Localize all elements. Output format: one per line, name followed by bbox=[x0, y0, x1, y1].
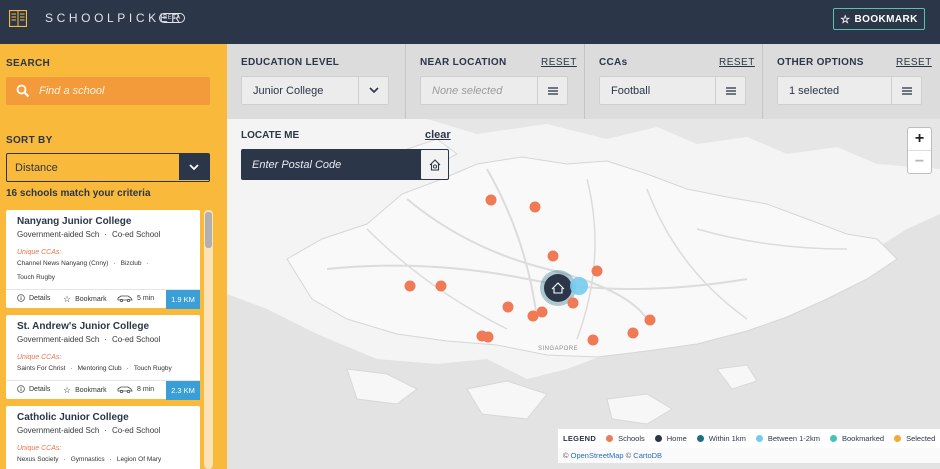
unique-ccas-label: Unique CCAs: bbox=[17, 445, 62, 452]
app-header: SCHOOLPICKER BETA ☆ BOOKMARK bbox=[0, 0, 940, 44]
star-icon: ☆ bbox=[840, 13, 851, 26]
school-name[interactable]: Catholic Junior College bbox=[17, 412, 129, 423]
chevron-down-icon[interactable] bbox=[179, 154, 209, 180]
other-options-reset[interactable]: RESET bbox=[896, 57, 932, 68]
zoom-control: + − bbox=[907, 127, 932, 174]
details-link[interactable]: Details bbox=[17, 294, 50, 302]
ccas-filter: CCAs RESET Football bbox=[585, 44, 763, 119]
home-marker[interactable] bbox=[544, 274, 572, 302]
near-location-title: NEAR LOCATION bbox=[420, 57, 507, 68]
legend-title: LEGEND bbox=[563, 434, 597, 443]
openstreetmap-link[interactable]: OpenStreetMap bbox=[571, 451, 624, 460]
unique-ccas-list: Saints For Christ · Mentoring Club · Touch R… bbox=[17, 365, 172, 372]
other-options-select[interactable]: 1 selected bbox=[777, 76, 922, 105]
ccas-title: CCAs bbox=[599, 57, 628, 68]
school-list-scroll-thumb[interactable] bbox=[205, 212, 212, 248]
locate-me-label: LOCATE ME bbox=[241, 130, 300, 141]
school-marker-selected[interactable] bbox=[570, 277, 588, 295]
education-level-filter: EDUCATION LEVEL Junior College bbox=[227, 44, 406, 119]
near-location-select[interactable]: None selected bbox=[420, 76, 568, 105]
search-icon bbox=[16, 84, 30, 98]
legend-schools: Schools bbox=[606, 434, 645, 443]
locate-home-button[interactable] bbox=[421, 150, 448, 179]
info-icon bbox=[17, 385, 25, 393]
education-level-title: EDUCATION LEVEL bbox=[241, 57, 340, 68]
zoom-in-button[interactable]: + bbox=[908, 128, 931, 150]
search-label: SEARCH bbox=[6, 58, 51, 69]
details-link[interactable]: Details bbox=[17, 385, 50, 393]
sidebar: SEARCH SORT BY Distance 16 schools match… bbox=[0, 44, 227, 469]
menu-icon[interactable] bbox=[715, 77, 745, 104]
school-name[interactable]: St. Andrew's Junior College bbox=[17, 321, 149, 332]
school-card[interactable]: Nanyang Junior College Government-aided … bbox=[6, 210, 200, 309]
other-options-title: OTHER OPTIONS bbox=[777, 57, 864, 68]
car-icon bbox=[117, 295, 133, 302]
school-name[interactable]: Nanyang Junior College bbox=[17, 216, 131, 227]
school-list-scrollbar[interactable] bbox=[204, 210, 213, 469]
unique-ccas-list: Channel News Nanyang (Cnny) · Bizclub · Touc… bbox=[17, 260, 149, 281]
info-icon bbox=[17, 294, 25, 302]
search-input[interactable] bbox=[39, 77, 204, 105]
bookmark-link[interactable]: ☆ Bookmark bbox=[63, 294, 107, 305]
card-footer: Details ☆ Bookmark 5 min 1.9 KM bbox=[6, 289, 200, 309]
distance-badge: 2.3 KM bbox=[166, 381, 200, 400]
home-search-icon bbox=[429, 158, 440, 171]
clear-link[interactable]: clear bbox=[425, 129, 451, 141]
ccas-reset[interactable]: RESET bbox=[719, 57, 755, 68]
postal-code-box[interactable] bbox=[241, 149, 449, 180]
legend-bookmarked: Bookmarked bbox=[829, 434, 884, 443]
bookmark-button[interactable]: ☆ BOOKMARK bbox=[833, 8, 925, 30]
singapore-map-label: SINGAPORE bbox=[538, 346, 579, 352]
bookmark-link[interactable]: ☆ Bookmark bbox=[63, 385, 107, 396]
match-count: 16 schools match your criteria bbox=[6, 188, 151, 199]
legend-selected: Selected bbox=[894, 434, 935, 443]
car-icon bbox=[117, 386, 133, 393]
near-location-reset[interactable]: RESET bbox=[541, 57, 577, 68]
school-search-box[interactable] bbox=[6, 77, 210, 105]
school-card[interactable]: St. Andrew's Junior College Government-a… bbox=[6, 315, 200, 400]
card-footer: Details ☆ Bookmark 8 min 2.3 KM bbox=[6, 380, 200, 400]
other-options-filter: OTHER OPTIONS RESET 1 selected bbox=[763, 44, 940, 119]
sort-by-value: Distance bbox=[15, 162, 58, 174]
sort-by-select[interactable]: Distance bbox=[6, 153, 210, 182]
near-location-filter: NEAR LOCATION RESET None selected bbox=[406, 44, 585, 119]
map-legend: LEGEND Schools Home Within 1km Between 1… bbox=[558, 429, 940, 448]
ccas-select[interactable]: Football bbox=[599, 76, 746, 105]
school-type: Government-aided Sch · Co-ed School bbox=[17, 335, 161, 344]
legend-home: Home bbox=[654, 434, 687, 443]
map-view[interactable]: LOCATE ME clear + − SINGAPORE LEGEND Sch… bbox=[227, 119, 940, 469]
beta-badge: BETA bbox=[159, 13, 185, 23]
unique-ccas-list: Nexus Society · Gymnastics · Legion Of Mary bbox=[17, 456, 162, 463]
education-level-select[interactable]: Junior College bbox=[241, 76, 389, 105]
school-card[interactable]: Catholic Junior College Government-aided… bbox=[6, 406, 200, 469]
bookmark-button-label: BOOKMARK bbox=[854, 13, 918, 25]
menu-icon[interactable] bbox=[537, 77, 567, 104]
drive-time: 8 min bbox=[117, 385, 154, 393]
chevron-down-icon[interactable] bbox=[358, 77, 388, 104]
map-attribution: © OpenStreetMap © CartoDB bbox=[558, 448, 940, 463]
menu-icon[interactable] bbox=[891, 77, 921, 104]
school-type: Government-aided Sch · Co-ed School bbox=[17, 230, 161, 239]
legend-between-1-2km: Between 1-2km bbox=[755, 434, 820, 443]
zoom-out-button[interactable]: − bbox=[908, 150, 931, 172]
postal-code-input[interactable] bbox=[252, 149, 412, 180]
education-level-value: Junior College bbox=[253, 85, 324, 97]
school-list: Nanyang Junior College Government-aided … bbox=[6, 210, 200, 469]
unique-ccas-label: Unique CCAs: bbox=[17, 354, 62, 361]
cartodb-link[interactable]: CartoDB bbox=[633, 451, 662, 460]
unique-ccas-label: Unique CCAs: bbox=[17, 249, 62, 256]
book-logo-icon[interactable] bbox=[9, 10, 27, 27]
star-outline-icon: ☆ bbox=[63, 385, 72, 395]
near-location-placeholder: None selected bbox=[432, 85, 503, 97]
drive-time: 5 min bbox=[117, 294, 154, 302]
school-type: Government-aided Sch · Co-ed School bbox=[17, 426, 161, 435]
ccas-value: Football bbox=[611, 85, 651, 97]
other-options-value: 1 selected bbox=[789, 85, 840, 97]
distance-badge: 1.9 KM bbox=[166, 290, 200, 309]
legend-within-1km: Within 1km bbox=[696, 434, 746, 443]
sort-by-label: SORT BY bbox=[6, 135, 53, 146]
filter-bar: EDUCATION LEVEL Junior College NEAR LOCA… bbox=[227, 44, 940, 119]
star-outline-icon: ☆ bbox=[63, 294, 72, 304]
